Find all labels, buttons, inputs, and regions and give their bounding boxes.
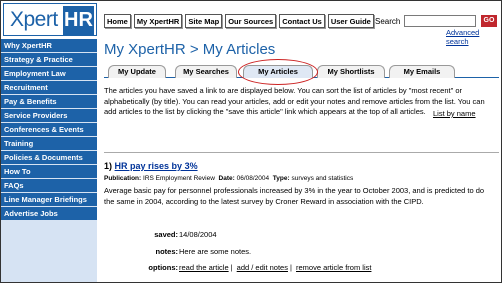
sidebar-item-recruitment[interactable]: Recruitment — [1, 81, 97, 94]
notes-value: Here are some notes. — [179, 247, 252, 256]
search-go-button[interactable]: GO — [481, 15, 497, 27]
read-article-link[interactable]: read the article — [179, 263, 229, 272]
nav-home-button[interactable]: Home — [104, 14, 131, 28]
sidebar-item-why-xperthr[interactable]: Why XpertHR — [1, 39, 97, 52]
article-number: 1) — [104, 161, 113, 171]
list-by-name-link[interactable]: List by name — [433, 109, 476, 118]
saved-row: saved: 14/08/2004 — [104, 230, 499, 241]
nav-my-xperthr-button[interactable]: My XpertHR — [133, 14, 183, 28]
tab-my-shortlists[interactable]: My Shortlists — [317, 65, 385, 78]
sidebar-item-service-providers[interactable]: Service Providers — [1, 109, 97, 122]
article-summary: Average basic pay for personnel professi… — [104, 186, 485, 206]
nav-our-sources-button[interactable]: Our Sources — [225, 14, 277, 28]
options-row: options: read the article | add / edit no… — [104, 263, 499, 274]
page-title: My XpertHR > My Articles — [104, 41, 276, 58]
top-nav: Home My XpertHR Site Map Our Sources Con… — [104, 14, 374, 28]
logo-text-left: Xpert — [10, 8, 58, 31]
nav-contact-us-button[interactable]: Contact Us — [279, 14, 325, 28]
sidebar-item-how-to[interactable]: How To — [1, 165, 97, 178]
date-label: Date: — [218, 175, 235, 182]
options-label: options: — [148, 263, 178, 272]
remove-article-link[interactable]: remove article from list — [296, 263, 371, 272]
header: Xpert HR Home My XpertHR Site Map Our So… — [1, 1, 501, 46]
nav-user-guide-button[interactable]: User Guide — [327, 14, 374, 28]
xperthr-logo[interactable]: Xpert HR — [3, 3, 97, 36]
saved-value: 14/08/2004 — [179, 230, 217, 239]
sidebar: Why XpertHR Strategy & Practice Employme… — [1, 39, 97, 282]
sidebar-item-policies-documents[interactable]: Policies & Documents — [1, 151, 97, 164]
sidebar-item-training[interactable]: Training — [1, 137, 97, 150]
sidebar-item-advertise-jobs[interactable]: Advertise Jobs — [1, 207, 97, 220]
sidebar-item-pay-benefits[interactable]: Pay & Benefits — [1, 95, 97, 108]
type-value: surveys and statistics — [291, 175, 354, 182]
tab-my-update[interactable]: My Update — [108, 65, 166, 78]
tab-bar: My Update My Searches My Articles My Sho… — [104, 59, 499, 85]
search-label: Search — [375, 17, 401, 26]
main-content: My XpertHR > My Articles My Update My Se… — [104, 41, 499, 118]
type-label: Type: — [272, 175, 290, 182]
add-edit-notes-link[interactable]: add / edit notes — [237, 263, 288, 272]
publication-label: Publication: — [104, 175, 142, 182]
article-title-link[interactable]: HR pay rises by 3% — [115, 161, 198, 171]
nav-site-map-button[interactable]: Site Map — [185, 14, 223, 28]
date-value: 06/08/2004 — [236, 175, 270, 182]
notes-row: notes: Here are some notes. — [104, 247, 499, 258]
article-meta: Publication: IRS Employment Review Date:… — [104, 175, 353, 182]
sidebar-item-employment-law[interactable]: Employment Law — [1, 67, 97, 80]
notes-label: notes: — [155, 247, 179, 256]
search-input[interactable] — [404, 15, 476, 27]
sidebar-item-line-manager-briefings[interactable]: Line Manager Briefings — [1, 193, 97, 206]
logo-text-right: HR — [63, 6, 94, 35]
sidebar-item-faqs[interactable]: FAQs — [1, 179, 97, 192]
page-frame: Xpert HR Home My XpertHR Site Map Our So… — [0, 0, 502, 283]
tab-my-searches[interactable]: My Searches — [175, 65, 237, 78]
article-title: 1) HR pay rises by 3% — [104, 161, 198, 171]
divider — [104, 152, 499, 153]
sidebar-item-conferences-events[interactable]: Conferences & Events — [1, 123, 97, 136]
tab-my-articles[interactable]: My Articles — [243, 65, 313, 78]
tab-my-emails[interactable]: My Emails — [389, 65, 455, 78]
saved-label: saved: — [154, 230, 178, 239]
publication-value: IRS Employment Review — [143, 175, 215, 182]
sidebar-item-strategy-practice[interactable]: Strategy & Practice — [1, 53, 97, 66]
